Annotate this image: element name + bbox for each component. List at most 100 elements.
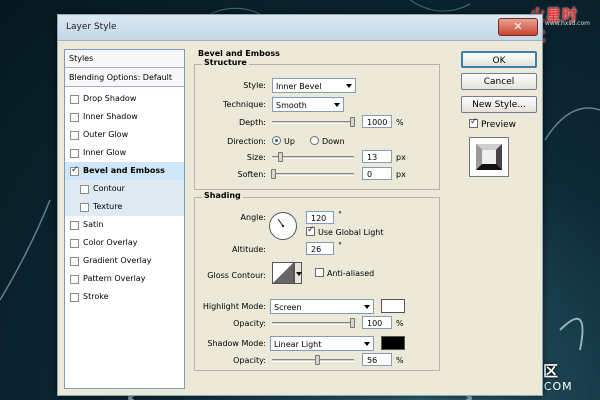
structure-title: Structure — [202, 58, 249, 67]
checkbox[interactable] — [70, 113, 79, 122]
shadow-opacity-slider-thumb[interactable] — [315, 355, 320, 365]
soften-slider-thumb[interactable] — [271, 169, 276, 179]
sidebar-item-styles[interactable]: Styles — [65, 50, 184, 68]
altitude-field[interactable]: 26 — [306, 242, 334, 255]
title-bar[interactable]: Layer Style ✕ — [58, 15, 542, 41]
style-preview-thumbnail — [469, 137, 509, 177]
shadow-opacity-unit: % — [396, 356, 404, 365]
sidebar-item-blending-options[interactable]: Blending Options: Default — [65, 69, 184, 87]
cancel-button[interactable]: Cancel — [461, 73, 537, 90]
size-slider-track[interactable] — [272, 156, 354, 159]
size-field[interactable]: 13 — [362, 150, 392, 163]
sidebar-item-texture[interactable]: Texture — [65, 198, 184, 216]
highlight-opacity-label: Opacity: — [233, 319, 266, 328]
style-dropdown[interactable]: Inner Bevel — [272, 78, 356, 93]
shadow-opacity-slider-track[interactable] — [272, 359, 354, 362]
highlight-color-swatch[interactable] — [381, 299, 405, 313]
depth-unit: % — [396, 118, 404, 127]
checkbox[interactable] — [70, 131, 79, 140]
sidebar-item-inner-glow[interactable]: Inner Glow — [65, 144, 184, 162]
checkbox[interactable] — [70, 275, 79, 284]
window-title: Layer Style — [66, 22, 117, 32]
technique-value: Smooth — [276, 101, 307, 110]
sidebar-item-stroke[interactable]: Stroke — [65, 288, 184, 306]
checkbox[interactable] — [70, 165, 79, 176]
soften-slider-track[interactable] — [272, 173, 354, 176]
ok-button[interactable]: OK — [461, 51, 537, 68]
highlight-mode-dropdown[interactable]: Screen — [270, 299, 374, 314]
chevron-down-icon — [296, 272, 302, 276]
direction-down-radio[interactable] — [310, 136, 319, 145]
sidebar-item-contour[interactable]: Contour — [65, 180, 184, 198]
use-global-light-label: Use Global Light — [318, 228, 384, 237]
sidebar-item-gradient-overlay[interactable]: Gradient Overlay — [65, 252, 184, 270]
checkbox[interactable] — [80, 185, 89, 194]
sidebar-item-label: Inner Shadow — [83, 112, 138, 121]
size-label: Size: — [246, 153, 266, 162]
shading-title: Shading — [202, 191, 243, 200]
angle-field[interactable]: 120 — [306, 211, 334, 224]
technique-dropdown[interactable]: Smooth — [272, 97, 344, 112]
checkbox[interactable] — [70, 221, 79, 230]
checkbox[interactable] — [70, 257, 79, 266]
angle-label: Angle: — [240, 213, 266, 222]
new-style-button[interactable]: New Style... — [461, 96, 537, 113]
size-slider-thumb[interactable] — [278, 152, 283, 162]
sidebar-item-inner-shadow[interactable]: Inner Shadow — [65, 108, 184, 126]
checkbox[interactable] — [70, 149, 79, 158]
sidebar-item-label: Drop Shadow — [83, 94, 137, 103]
shadow-mode-value: Linear Light — [274, 340, 322, 349]
direction-up-radio[interactable] — [272, 136, 281, 145]
gloss-contour-dropdown[interactable] — [294, 262, 302, 284]
depth-field[interactable]: 1000 — [362, 115, 392, 128]
styles-list: Styles Blending Options: Default Drop Sh… — [64, 49, 185, 389]
soften-label: Soften: — [237, 170, 266, 179]
size-unit: px — [396, 153, 406, 162]
sidebar-item-satin[interactable]: Satin — [65, 216, 184, 234]
depth-slider-track[interactable] — [272, 121, 354, 124]
dialog-actions: OK Cancel New Style... Preview — [461, 49, 537, 389]
sidebar-item-label: Inner Glow — [83, 148, 127, 157]
shadow-mode-dropdown[interactable]: Linear Light — [270, 336, 374, 351]
angle-dial[interactable] — [269, 212, 297, 240]
bevel-preview-image — [476, 144, 502, 170]
soften-field[interactable]: 0 — [362, 167, 392, 180]
bevel-emboss-panel: Bevel and Emboss Structure Style: Inner … — [194, 49, 440, 389]
sidebar-item-label: Gradient Overlay — [83, 256, 152, 265]
sidebar-item-label: Stroke — [83, 292, 109, 301]
highlight-mode-value: Screen — [274, 303, 302, 312]
use-global-light-checkbox[interactable] — [306, 225, 315, 236]
preview-label: Preview — [481, 120, 517, 130]
sidebar-item-label: Outer Glow — [83, 130, 129, 139]
highlight-opacity-field[interactable]: 100 — [362, 316, 392, 329]
depth-label: Depth: — [238, 118, 266, 127]
altitude-label: Altitude: — [232, 245, 266, 254]
shadow-opacity-field[interactable]: 56 — [362, 353, 392, 366]
close-button[interactable]: ✕ — [498, 18, 538, 36]
checkbox[interactable] — [70, 95, 79, 104]
highlight-opacity-unit: % — [396, 319, 404, 328]
shadow-color-swatch[interactable] — [381, 336, 405, 350]
chevron-down-icon — [364, 305, 370, 309]
anti-aliased-label: Anti-aliased — [327, 269, 375, 278]
checkbox[interactable] — [80, 203, 89, 212]
layer-style-dialog: Layer Style ✕ Styles Blending Options: D… — [57, 14, 543, 396]
sidebar-item-bevel-and-emboss[interactable]: Bevel and Emboss — [65, 162, 184, 180]
highlight-opacity-slider-track[interactable] — [272, 322, 354, 325]
sidebar-item-color-overlay[interactable]: Color Overlay — [65, 234, 184, 252]
altitude-unit: ° — [338, 241, 342, 250]
sidebar-item-drop-shadow[interactable]: Drop Shadow — [65, 90, 184, 108]
depth-slider-thumb[interactable] — [350, 117, 355, 127]
sidebar-item-label: Satin — [83, 220, 104, 229]
checkbox[interactable] — [70, 239, 79, 248]
sidebar-item-label: Color Overlay — [83, 238, 138, 247]
highlight-opacity-slider-thumb[interactable] — [350, 318, 355, 328]
sidebar-item-pattern-overlay[interactable]: Pattern Overlay — [65, 270, 184, 288]
gloss-contour-preview[interactable] — [272, 262, 294, 284]
preview-checkbox[interactable] — [469, 117, 478, 128]
sidebar-item-outer-glow[interactable]: Outer Glow — [65, 126, 184, 144]
anti-aliased-checkbox[interactable] — [315, 268, 324, 277]
close-icon: ✕ — [513, 20, 523, 33]
contour-curve-icon — [273, 263, 293, 283]
checkbox[interactable] — [70, 293, 79, 302]
